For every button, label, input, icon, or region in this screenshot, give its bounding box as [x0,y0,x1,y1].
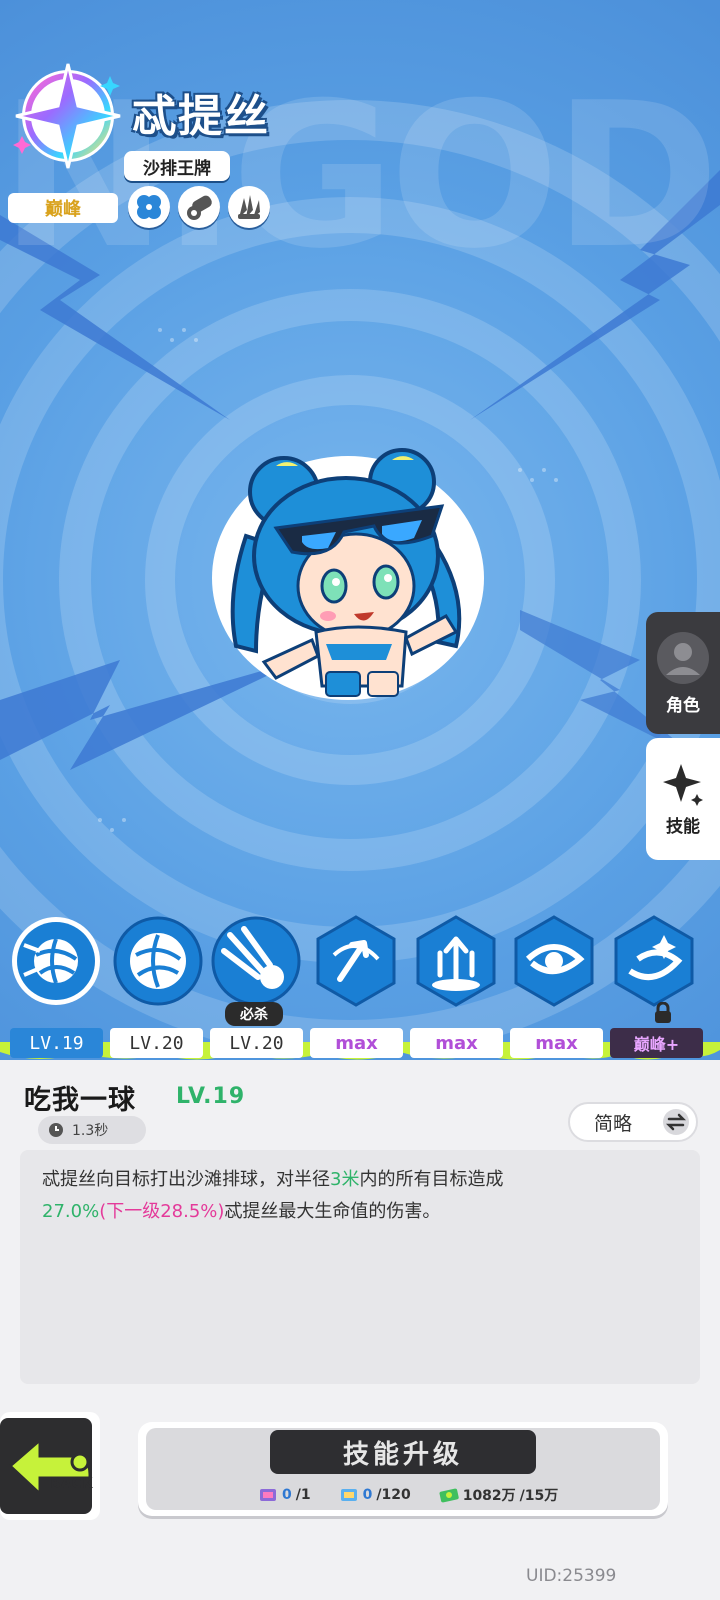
hero-name: 忒提丝 [132,91,270,142]
volleyball-icon[interactable] [10,915,102,1007]
cost-cash-have: 1082万 [462,1488,516,1504]
desc-text-3: 忒提丝最大生命值的伤害。 [224,1201,441,1222]
skill-level-5[interactable]: max [410,1028,503,1058]
swirl-icon[interactable] [608,915,700,1007]
cost-scroll: 0/120 [339,1486,411,1504]
clover-icon[interactable] [128,186,170,228]
lock-icon [655,1002,671,1023]
avatar-icon [657,631,709,684]
cost-cash-need: /15万 [519,1488,559,1504]
clock-icon [49,1123,63,1137]
skill-level-4[interactable]: max [310,1028,403,1058]
cooldown-value: 1.3秒 [72,1123,109,1139]
cost-book-have: 0 [282,1487,292,1503]
brief-toggle-label: 简略 [594,1112,633,1135]
fountain-icon[interactable] [410,915,502,1007]
skill-upgrade-button[interactable]: 技能升级 [270,1430,536,1474]
claw-icon[interactable] [228,186,270,228]
skill-description: 忒提丝向目标打出沙滩排球，对半径3米内的所有目标造成 27.0%(下一级28.5… [20,1150,700,1384]
book-icon [260,1489,276,1501]
desc-text-2: 内的所有目标造成 [359,1169,504,1190]
skill-level-2[interactable]: LV.20 [110,1028,203,1058]
skill-level-1[interactable]: LV.19 [10,1028,103,1058]
skill-list [0,915,720,1030]
tab-skill-label: 技能 [666,816,700,837]
user-id: UID:25399 [526,1566,617,1586]
cash-icon [439,1488,459,1503]
tab-role[interactable]: 角色 [646,612,720,734]
faction-emblem-icon [13,63,121,169]
cooldown-badge: 1.3秒 [38,1116,146,1144]
skill-level-7[interactable]: 巅峰+ [610,1028,703,1058]
desc-next-value: (下一级28.5%) [99,1201,225,1222]
desc-text-1: 忒提丝向目标打出沙滩排球，对半径 [42,1169,330,1190]
scroll-icon [340,1489,357,1501]
back-button[interactable]: BACK [0,1412,104,1524]
cost-scroll-need: /120 [376,1487,411,1503]
rank-badge: 巅峰 [8,193,118,223]
hero-title-badge: 沙排王牌 [124,151,230,181]
character-portrait[interactable] [206,446,488,712]
cost-cash: 1082万/15万 [439,1485,559,1505]
tab-role-label: 角色 [666,695,700,716]
ultimate-tag: 必杀 [225,1002,283,1026]
desc-radius: 3米 [330,1169,360,1190]
tab-skill[interactable]: 技能 [646,738,720,860]
skill-level-label: LV.19 [176,1084,246,1109]
upgrade-costs: 0/1 0/120 1082万/15万 [258,1482,558,1508]
sparkle-icon [663,763,703,806]
skill-level-6[interactable]: max [510,1028,603,1058]
volleyball-icon[interactable] [112,915,204,1007]
desc-value: 27.0% [42,1201,100,1222]
skill-name: 吃我一球 [24,1085,136,1116]
cost-book-need: /1 [295,1487,311,1503]
arrow-icon[interactable] [310,915,402,1007]
brief-toggle-button[interactable]: 简略 [568,1102,698,1142]
cannon-icon[interactable] [178,186,220,228]
back-label: BACK [50,1476,94,1492]
skill-level-3[interactable]: LV.20 [210,1028,303,1058]
skill-upgrade-label: 技能升级 [342,1439,463,1470]
vortex-icon[interactable] [508,915,600,1007]
swap-icon [663,1109,689,1135]
cost-scroll-have: 0 [362,1487,373,1503]
cost-book: 0/1 [258,1486,311,1504]
spike-icon[interactable] [210,915,302,1007]
